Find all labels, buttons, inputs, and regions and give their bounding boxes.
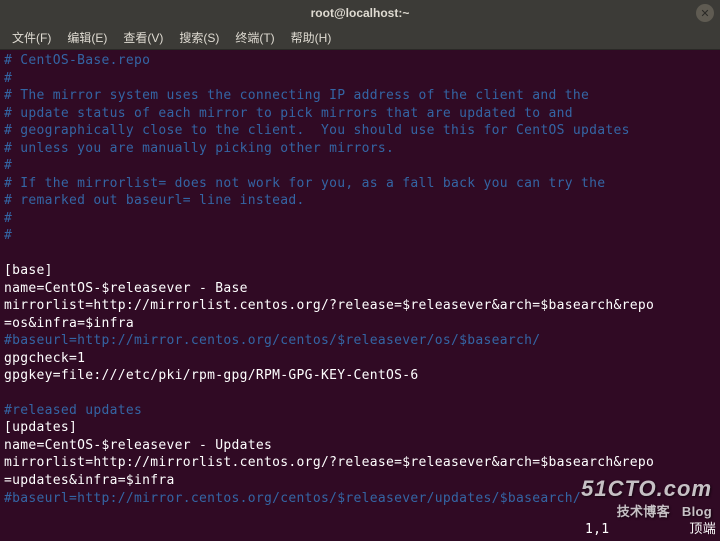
file-line: # [4, 157, 716, 175]
file-line: # [4, 227, 716, 245]
file-line: # The mirror system uses the connecting … [4, 87, 716, 105]
menu-file[interactable]: 文件(F) [6, 27, 57, 48]
file-line: # [4, 210, 716, 228]
editor-status-line: 1,1 顶端 [4, 521, 716, 539]
menubar: 文件(F) 编辑(E) 查看(V) 搜索(S) 终端(T) 帮助(H) [0, 26, 720, 50]
window-title: root@localhost:~ [311, 6, 410, 20]
file-line: # remarked out baseurl= line instead. [4, 192, 716, 210]
menu-edit[interactable]: 编辑(E) [61, 27, 113, 48]
file-line: name=CentOS-$releasever - Base [4, 280, 716, 298]
menu-help[interactable]: 帮助(H) [285, 27, 338, 48]
file-line: #released updates [4, 402, 716, 420]
menu-terminal[interactable]: 终端(T) [229, 27, 280, 48]
file-line: # geographically close to the client. Yo… [4, 122, 716, 140]
menu-view[interactable]: 查看(V) [117, 27, 169, 48]
terminal-content[interactable]: # CentOS-Base.repo # # The mirror system… [0, 50, 720, 541]
file-line: gpgcheck=1 [4, 350, 716, 368]
file-line: [updates] [4, 419, 716, 437]
file-line: name=CentOS-$releasever - Updates [4, 437, 716, 455]
file-line: #baseurl=http://mirror.centos.org/centos… [4, 490, 716, 508]
file-line: mirrorlist=http://mirrorlist.centos.org/… [4, 454, 716, 472]
close-button[interactable]: ✕ [696, 4, 714, 22]
file-line: # If the mirrorlist= does not work for y… [4, 175, 716, 193]
cursor-position: 1,1 [585, 521, 609, 539]
window-titlebar: root@localhost:~ ✕ [0, 0, 720, 26]
file-line: # [4, 70, 716, 88]
file-line: gpgkey=file:///etc/pki/rpm-gpg/RPM-GPG-K… [4, 367, 716, 385]
close-icon: ✕ [700, 7, 709, 20]
file-line [4, 385, 716, 402]
file-line: [base] [4, 262, 716, 280]
file-line [4, 245, 716, 262]
file-line: =updates&infra=$infra [4, 472, 716, 490]
file-line: =os&infra=$infra [4, 315, 716, 333]
file-line: # update status of each mirror to pick m… [4, 105, 716, 123]
file-line: # CentOS-Base.repo [4, 52, 716, 70]
scroll-position: 顶端 [689, 521, 716, 539]
file-line: #baseurl=http://mirror.centos.org/centos… [4, 332, 716, 350]
menu-search[interactable]: 搜索(S) [173, 27, 225, 48]
file-line: # unless you are manually picking other … [4, 140, 716, 158]
file-line: mirrorlist=http://mirrorlist.centos.org/… [4, 297, 716, 315]
